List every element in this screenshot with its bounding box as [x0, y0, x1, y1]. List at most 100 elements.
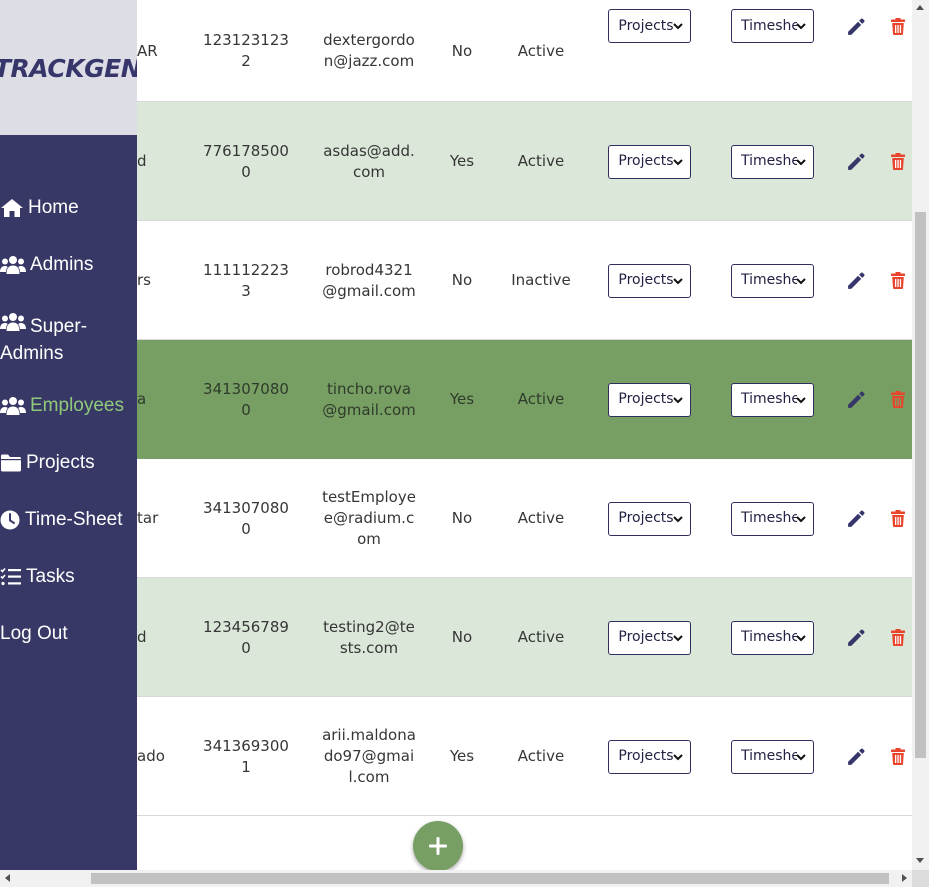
employee-admin-cell: No	[451, 271, 473, 289]
timesheets-select[interactable]: Timesheets	[731, 144, 814, 179]
timesheets-select-value: Timesheets	[741, 272, 797, 288]
sidebar-item-home[interactable]: Home	[0, 194, 137, 226]
delete-button[interactable]	[886, 102, 910, 221]
employee-email-cell: tincho.rova@gmail.com	[322, 379, 416, 419]
projects-select-value: Projects	[618, 748, 674, 764]
trash-icon	[891, 748, 905, 765]
edit-button[interactable]	[842, 459, 870, 578]
employee-name-cell: AR	[137, 41, 158, 60]
sidebar-item-content: Super-Admins	[0, 308, 137, 367]
scroll-right-arrow-icon[interactable]	[902, 874, 907, 882]
projects-select[interactable]: Projects	[608, 620, 691, 655]
employee-email-cell: dextergordon@jazz.com	[323, 31, 415, 70]
chevron-down-icon	[796, 23, 806, 30]
edit-button[interactable]	[842, 221, 870, 340]
users-icon	[0, 255, 26, 283]
pencil-icon	[847, 153, 865, 170]
chevron-down-icon	[796, 634, 806, 641]
projects-select[interactable]: Projects	[608, 501, 691, 536]
timesheets-select-value: Timesheets	[741, 17, 797, 34]
projects-select[interactable]: Projects	[608, 9, 691, 43]
edit-button[interactable]	[842, 0, 870, 52]
chevron-down-icon	[796, 753, 806, 760]
delete-button[interactable]	[886, 697, 910, 816]
scrollbar-corner	[912, 870, 929, 887]
employee-phone-cell: 3413693001	[203, 736, 289, 776]
sidebar-item-employees[interactable]: Employees	[0, 392, 137, 424]
delete-button[interactable]	[886, 221, 910, 340]
edit-button[interactable]	[842, 697, 870, 816]
employee-name-cell: a	[137, 390, 147, 408]
app-logo[interactable]: TRACKGENIX	[0, 54, 137, 83]
projects-select[interactable]: Projects	[608, 263, 691, 298]
scroll-up-arrow-icon[interactable]	[916, 5, 924, 10]
scroll-down-arrow-icon[interactable]	[916, 858, 924, 863]
projects-select-cell: Projects	[608, 459, 691, 578]
edit-button[interactable]	[842, 578, 870, 697]
pencil-icon	[847, 629, 865, 646]
sidebar-item-label: Admins	[30, 254, 94, 275]
sidebar-item-tasks[interactable]: Tasks	[0, 563, 137, 595]
projects-select-cell: Projects	[608, 0, 691, 52]
delete-button[interactable]	[886, 578, 910, 697]
timesheets-select-cell: Timesheets	[731, 578, 814, 697]
employee-name-cell: d	[137, 628, 147, 646]
edit-button[interactable]	[842, 102, 870, 221]
trash-icon	[891, 510, 905, 527]
chevron-down-icon	[796, 158, 806, 165]
sidebar-item-time-sheet[interactable]: Time-Sheet	[0, 506, 137, 538]
employee-email-cell: robrod4321@gmail.com	[322, 260, 416, 300]
timesheets-select[interactable]: Timesheets	[731, 620, 814, 655]
horizontal-scroll-thumb[interactable]	[91, 873, 889, 884]
projects-select-cell: Projects	[608, 340, 691, 459]
users-icon	[0, 396, 26, 424]
projects-select[interactable]: Projects	[608, 144, 691, 179]
sidebar-item-super-admins[interactable]: Super-Admins	[0, 308, 137, 367]
employee-name-cell: d	[137, 152, 147, 170]
delete-button[interactable]	[886, 340, 910, 459]
delete-button[interactable]	[886, 459, 910, 578]
trash-icon	[891, 391, 905, 408]
timesheets-select[interactable]: Timesheets	[731, 9, 814, 43]
projects-select-cell: Projects	[608, 221, 691, 340]
employee-status-cell: Active	[517, 747, 565, 765]
employee-admin-cell: No	[451, 41, 473, 60]
edit-button[interactable]	[842, 340, 870, 459]
employee-admin-cell: No	[451, 509, 473, 527]
users-icon	[0, 312, 26, 340]
horizontal-scrollbar[interactable]	[0, 870, 912, 887]
timesheets-select[interactable]: Timesheets	[731, 263, 814, 298]
timesheets-select[interactable]: Timesheets	[731, 501, 814, 536]
projects-select[interactable]: Projects	[608, 382, 691, 417]
employee-name-cell: ado	[137, 747, 165, 765]
employee-status-cell: Active	[517, 152, 565, 170]
projects-select-cell: Projects	[608, 102, 691, 221]
logo-area: TRACKGENIX	[0, 0, 137, 135]
sidebar-item-label: Log Out	[0, 623, 68, 644]
employee-email-cell: asdas@add.com	[323, 141, 415, 181]
scroll-left-arrow-icon[interactable]	[5, 874, 10, 882]
sidebar-item-projects[interactable]: Projects	[0, 449, 137, 481]
chevron-down-icon	[673, 515, 683, 522]
chevron-down-icon	[673, 396, 683, 403]
add-employee-button[interactable]	[413, 821, 463, 870]
chevron-down-icon	[673, 158, 683, 165]
sidebar-item-admins[interactable]: Admins	[0, 251, 137, 283]
timesheets-select-cell: Timesheets	[731, 0, 814, 52]
logo-text: TRACKGENI	[0, 54, 137, 83]
timesheets-select[interactable]: Timesheets	[731, 739, 814, 774]
employee-phone-cell: 1234567890	[203, 617, 289, 657]
employee-phone-cell: 3413070800	[203, 498, 289, 538]
employee-admin-cell: Yes	[449, 747, 475, 765]
sidebar-item-label: Home	[28, 197, 79, 218]
delete-button[interactable]	[886, 0, 910, 52]
chevron-down-icon	[673, 277, 683, 284]
projects-select[interactable]: Projects	[608, 739, 691, 774]
sidebar-item-log-out[interactable]: Log Out	[0, 620, 137, 647]
projects-select-value: Projects	[618, 153, 674, 169]
projects-select-cell: Projects	[608, 697, 691, 816]
timesheets-select-cell: Timesheets	[731, 102, 814, 221]
vertical-scrollbar[interactable]	[912, 0, 929, 870]
timesheets-select[interactable]: Timesheets	[731, 382, 814, 417]
vertical-scroll-thumb[interactable]	[915, 212, 926, 758]
